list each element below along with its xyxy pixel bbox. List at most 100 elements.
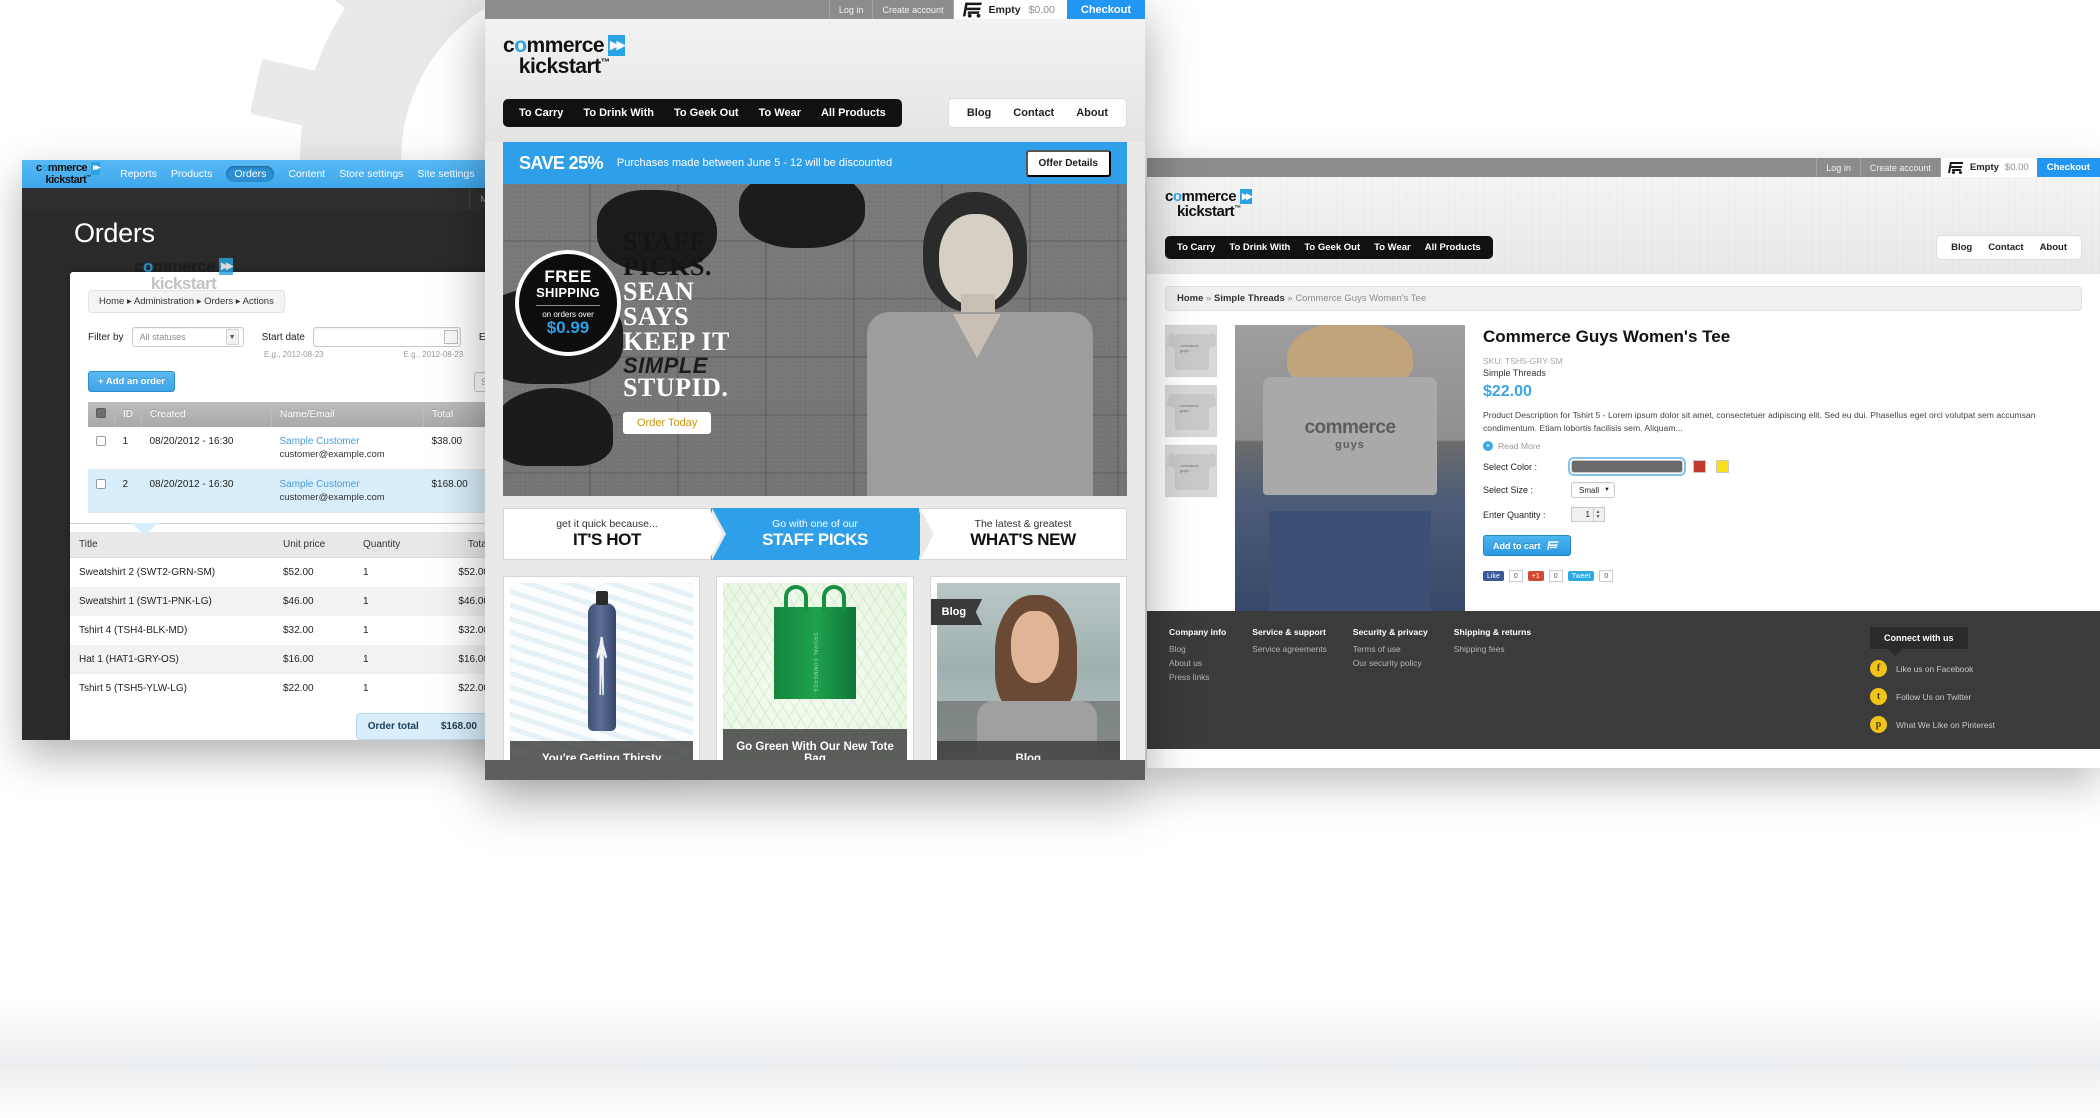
admin-logo[interactable]: c o mmerce ▸▸ kickstart™ xyxy=(36,162,100,185)
col-total[interactable]: Total xyxy=(423,402,494,427)
color-swatch-grey[interactable] xyxy=(1568,457,1686,477)
gplus-button[interactable]: +1 xyxy=(1527,571,1544,582)
nav-to-carry[interactable]: To Carry xyxy=(519,107,563,119)
nav-blog[interactable]: Blog xyxy=(1951,242,1972,253)
status-select[interactable]: All statuses ▼ xyxy=(131,327,244,347)
badge-shipping: SHIPPING xyxy=(536,284,600,300)
nav-to-wear[interactable]: To Wear xyxy=(1374,242,1411,253)
social-link-pinterest[interactable]: p What We Like on Pinterest xyxy=(1870,716,2078,734)
order-today-button[interactable]: Order Today xyxy=(623,411,712,434)
site-logo[interactable]: c o mmerce ▸▸ kickstart™ xyxy=(503,35,625,77)
breadcrumb-home[interactable]: Home xyxy=(1177,293,1203,304)
promo-save-label: SAVE 25% xyxy=(519,152,604,173)
window-bottom-bar xyxy=(485,760,1145,780)
footer-link[interactable]: Terms of use xyxy=(1353,643,1428,657)
row-total: $168.00 xyxy=(423,469,494,513)
card-blog[interactable]: Blog Blog xyxy=(929,576,1127,780)
color-swatch-yellow[interactable] xyxy=(1716,460,1729,474)
admin-nav-products[interactable]: Products xyxy=(171,168,212,180)
footer-link[interactable]: Blog xyxy=(1169,643,1226,657)
add-order-button[interactable]: + Add an order xyxy=(88,371,175,392)
add-to-cart-button[interactable]: Add to cart xyxy=(1483,535,1571,557)
social-link-twitter[interactable]: t Follow Us on Twitter xyxy=(1870,688,2078,706)
nav-about[interactable]: About xyxy=(1076,107,1108,119)
nav-to-geek-out[interactable]: To Geek Out xyxy=(674,107,739,119)
login-link[interactable]: Log in xyxy=(828,0,873,19)
twitter-icon: t xyxy=(1870,688,1887,706)
footer-link[interactable]: Shipping fees xyxy=(1454,643,1531,657)
admin-nav-site-settings[interactable]: Site settings xyxy=(417,168,474,180)
cart-summary[interactable]: Empty $0.00 xyxy=(952,0,1067,19)
checkbox-icon[interactable] xyxy=(96,479,106,489)
social-link-facebook[interactable]: f Like us on Facebook xyxy=(1870,660,2078,678)
checkbox-icon[interactable] xyxy=(96,408,106,418)
stepper-arrows-icon[interactable]: ▲ ▼ xyxy=(1593,508,1602,522)
footer-link[interactable]: Our security policy xyxy=(1353,657,1428,671)
checkbox-icon[interactable] xyxy=(96,436,106,446)
size-select[interactable]: Small ▼ xyxy=(1571,482,1615,499)
facebook-like-button[interactable]: Like xyxy=(1483,571,1504,582)
nav-about[interactable]: About xyxy=(2040,242,2067,253)
quantity-value: 1 xyxy=(1585,510,1590,520)
card-thirsty[interactable]: You're Getting Thirsty xyxy=(503,576,701,780)
nav-blog[interactable]: Blog xyxy=(967,107,991,119)
nav-to-geek-out[interactable]: To Geek Out xyxy=(1304,242,1360,253)
col-created[interactable]: Created xyxy=(141,402,272,427)
thumbnail-list: commerce guys commerce guys commerce guys xyxy=(1165,325,1217,611)
offer-details-button[interactable]: Offer Details xyxy=(1025,149,1111,177)
nav-to-drink-with[interactable]: To Drink With xyxy=(583,107,654,119)
create-account-link[interactable]: Create account xyxy=(872,0,952,19)
tab-staff-picks[interactable]: Go with one of our STAFF PICKS xyxy=(711,508,931,560)
customer-link[interactable]: Sample Customer xyxy=(280,436,416,447)
item-qty: 1 xyxy=(354,587,426,616)
create-account-link[interactable]: Create account xyxy=(1859,158,1940,177)
product-page-window: Log in Create account Empty $0.00 Checko… xyxy=(1147,158,2100,768)
site-logo[interactable]: c o mmerce ▸▸ kickstart™ xyxy=(1165,189,1252,219)
nav-to-drink-with[interactable]: To Drink With xyxy=(1229,242,1290,253)
tab-whats-new[interactable]: The latest & greatest WHAT'S NEW xyxy=(919,508,1127,560)
nav-all-products[interactable]: All Products xyxy=(821,107,886,119)
nav-contact[interactable]: Contact xyxy=(1988,242,2023,253)
admin-nav-store-settings[interactable]: Store settings xyxy=(339,168,403,180)
read-more-link[interactable]: + Read More xyxy=(1483,441,2082,452)
quantity-stepper[interactable]: 1 ▲ ▼ xyxy=(1571,507,1605,523)
nav-all-products[interactable]: All Products xyxy=(1425,242,1481,253)
row-checkbox-cell[interactable] xyxy=(88,427,115,470)
col-name-email[interactable]: Name/Email xyxy=(271,402,424,427)
checkout-button[interactable]: Checkout xyxy=(2036,158,2100,177)
customer-link[interactable]: Sample Customer xyxy=(280,479,416,490)
nav-to-wear[interactable]: To Wear xyxy=(759,107,801,119)
breadcrumb: Home ▸ Administration ▸ Orders ▸ Actions xyxy=(88,290,285,313)
add-to-cart-wrap: Add to cart xyxy=(1483,535,2082,557)
thumbnail[interactable]: commerce guys xyxy=(1165,325,1217,378)
footer-link[interactable]: Service agreements xyxy=(1252,643,1326,657)
admin-nav-content[interactable]: Content xyxy=(288,168,325,180)
checkout-button[interactable]: Checkout xyxy=(1066,0,1145,19)
twitter-tweet-button[interactable]: Tweet xyxy=(1567,571,1595,582)
cart-total: $0.00 xyxy=(2004,162,2029,173)
card-tote-bag[interactable]: DRUPAL COMMERCE Go Green With Our New To… xyxy=(716,576,914,780)
col-id[interactable]: ID xyxy=(114,402,142,427)
thumbnail[interactable]: commerce guys xyxy=(1165,445,1217,498)
admin-nav-orders[interactable]: Orders xyxy=(226,166,275,182)
thumbnail[interactable]: commerce guys xyxy=(1165,385,1217,438)
social-label: What We Like on Pinterest xyxy=(1896,719,1995,730)
item-row: Hat 1 (HAT1-GRY-OS) $16.00 1 $16.00 xyxy=(70,645,498,674)
tab-its-hot[interactable]: get it quick because... IT'S HOT xyxy=(503,508,725,560)
color-swatch-red[interactable] xyxy=(1693,460,1706,474)
login-link[interactable]: Log in xyxy=(1816,158,1860,177)
select-all-header[interactable] xyxy=(88,402,115,427)
start-date-input[interactable] xyxy=(312,327,461,347)
item-title: Tshirt 5 (TSH5-YLW-LG) xyxy=(79,683,187,694)
product-image[interactable]: commerce guys xyxy=(1235,325,1465,612)
filter-by-label: Filter by xyxy=(88,331,124,343)
cart-summary[interactable]: Empty $0.00 xyxy=(1939,158,2037,177)
footer-link[interactable]: Press links xyxy=(1169,671,1226,685)
breadcrumb-category[interactable]: Simple Threads xyxy=(1214,293,1285,304)
admin-nav-reports[interactable]: Reports xyxy=(120,168,157,180)
row-id: 1 xyxy=(114,427,142,470)
nav-to-carry[interactable]: To Carry xyxy=(1177,242,1215,253)
footer-link[interactable]: About us xyxy=(1169,657,1226,671)
nav-contact[interactable]: Contact xyxy=(1013,107,1054,119)
row-checkbox-cell[interactable] xyxy=(88,469,115,513)
